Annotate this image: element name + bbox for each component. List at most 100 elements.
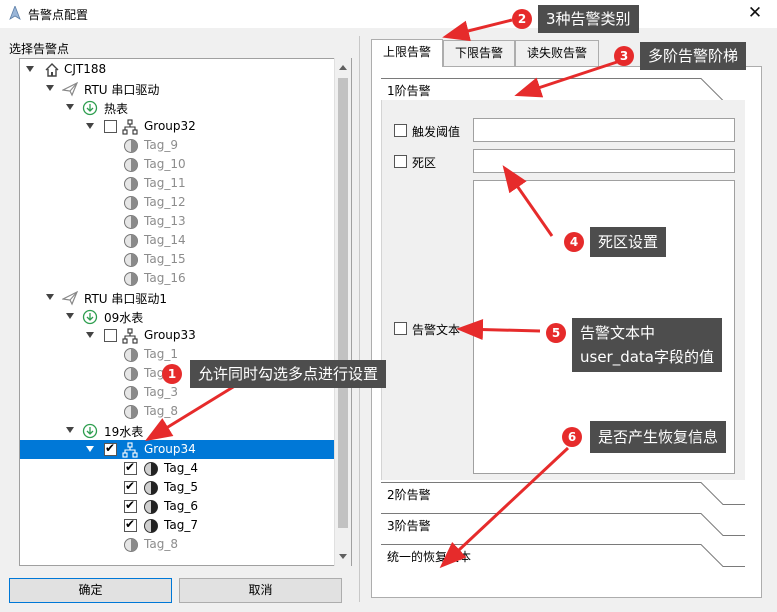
stage-header-1[interactable]: 1阶告警 [381,78,745,102]
tree-node[interactable]: Tag_12 [20,193,335,212]
expand-arrow-icon[interactable] [66,104,74,110]
tree-node[interactable]: Tag_9 [20,136,335,155]
annotation-badge-4: 4 [564,232,584,252]
tree-section-label: 选择告警点 [9,42,70,56]
stage-header-1-label: 1阶告警 [387,84,431,98]
tree-node-label: Tag_6 [164,499,198,513]
tree-node-label: Group33 [144,328,196,342]
tree-node[interactable]: Tag_11 [20,174,335,193]
annotation-1: 允许同时勾选多点进行设置 [190,360,387,388]
tree-node-checkbox[interactable] [104,120,117,133]
alarm-text-checkbox[interactable] [394,322,407,335]
expand-arrow-icon[interactable] [86,446,94,452]
half-circle-icon [143,499,159,515]
half-circle-icon [143,461,159,477]
half-circle-icon [123,233,139,249]
tree-node[interactable]: Tag_8 [20,535,335,554]
tree-node[interactable]: Group33 [20,326,335,345]
close-button[interactable]: ✕ [740,1,770,25]
tree-node-label: Tag_4 [164,461,198,475]
cancel-button[interactable]: 取消 [179,578,342,603]
tree-node[interactable]: RTU 串口驱动1 [20,288,335,307]
tree-node-label: Tag_11 [144,176,186,190]
tab-read-fail-alarm[interactable]: 读失败告警 [515,40,599,66]
tree-node-checkbox[interactable] [124,517,137,532]
tree-scrollbar[interactable] [334,58,351,566]
annotation-badge-5: 5 [546,323,566,343]
app-icon [9,6,21,20]
tree-node-label: Tag_8 [144,537,178,551]
tree-node-label: Group32 [144,119,196,133]
network-icon [122,328,138,344]
tree-node-checkbox[interactable] [104,441,117,456]
scroll-up-arrow[interactable] [339,65,347,70]
tree-node[interactable]: Tag_6 [20,497,335,516]
tree-node-checkbox[interactable] [124,498,137,513]
tree-node-label: Tag_12 [144,195,186,209]
half-circle-icon [143,480,159,496]
tree-node-checkbox[interactable] [104,329,117,342]
expand-arrow-icon[interactable] [86,123,94,129]
ok-button[interactable]: 确定 [9,578,172,603]
tree-node[interactable]: Tag_7 [20,516,335,535]
tree-node[interactable]: 热表 [20,98,335,117]
annotation-badge-2: 2 [512,9,532,29]
deadband-input[interactable] [473,149,735,173]
half-circle-icon [123,385,139,401]
expand-arrow-icon[interactable] [86,332,94,338]
tree-node[interactable]: Tag_15 [20,250,335,269]
tree-node[interactable]: CJT188 [20,60,335,79]
tree-node-label: Tag_3 [144,385,178,399]
expand-arrow-icon[interactable] [46,294,54,300]
tree-node[interactable]: Tag_13 [20,212,335,231]
stage-header-2-frame [381,482,745,505]
half-circle-icon [123,252,139,268]
tree-node-label: Tag_8 [144,404,178,418]
annotation-badge-6: 6 [562,427,582,447]
download-circle-icon [82,100,98,116]
annotation-badge-3: 3 [614,46,634,66]
annotation-6: 是否产生恢复信息 [590,421,727,453]
download-circle-icon [82,309,98,325]
tree-node[interactable]: Tag_4 [20,459,335,478]
tree-node[interactable]: Tag_8 [20,402,335,421]
tree-node-label: 09水表 [104,311,144,325]
half-circle-icon [123,537,139,553]
trigger-threshold-checkbox[interactable] [394,124,407,137]
tree-node-label: Tag_9 [144,138,178,152]
tree-node[interactable]: 19水表 [20,421,335,440]
tree-node[interactable]: RTU 串口驱动 [20,79,335,98]
expand-arrow-icon[interactable] [66,427,74,433]
tree-node-label: Tag_16 [144,271,186,285]
tag-tree[interactable]: CJT188 RTU 串口驱动 热表 Group32 Tag_9 Tag_10 Tag_11… [19,58,352,566]
tree-node-label: RTU 串口驱动1 [84,292,168,306]
stage-header-2[interactable]: 2阶告警 [381,482,745,506]
download-circle-icon [82,423,98,439]
expand-arrow-icon[interactable] [46,85,54,91]
expand-arrow-icon[interactable] [66,313,74,319]
tree-node[interactable]: Tag_10 [20,155,335,174]
trigger-threshold-input[interactable] [473,118,735,142]
scroll-thumb[interactable] [338,78,348,528]
stage-header-recovery[interactable]: 统一的恢复文本 [381,544,745,568]
expand-arrow-icon[interactable] [26,66,34,72]
tree-node[interactable]: 09水表 [20,307,335,326]
tree-node[interactable]: Tag_14 [20,231,335,250]
half-circle-icon [123,271,139,287]
tab-lower-limit-alarm[interactable]: 下限告警 [443,40,515,66]
annotation-4: 死区设置 [590,227,667,257]
tree-node[interactable]: Tag_16 [20,269,335,288]
tree-node[interactable]: Tag_5 [20,478,335,497]
tab-upper-limit-alarm[interactable]: 上限告警 [371,39,443,67]
scroll-down-arrow[interactable] [339,554,347,559]
half-circle-icon [123,214,139,230]
tree-node-checkbox[interactable] [124,479,137,494]
tree-node-checkbox[interactable] [124,460,137,475]
tree-node[interactable]: Group34 [20,440,335,459]
splitter[interactable] [359,36,360,602]
tree-node[interactable]: Group32 [20,117,335,136]
half-circle-icon [123,366,139,382]
plane-icon [61,290,79,306]
stage-header-3[interactable]: 3阶告警 [381,513,745,537]
deadband-checkbox[interactable] [394,155,407,168]
